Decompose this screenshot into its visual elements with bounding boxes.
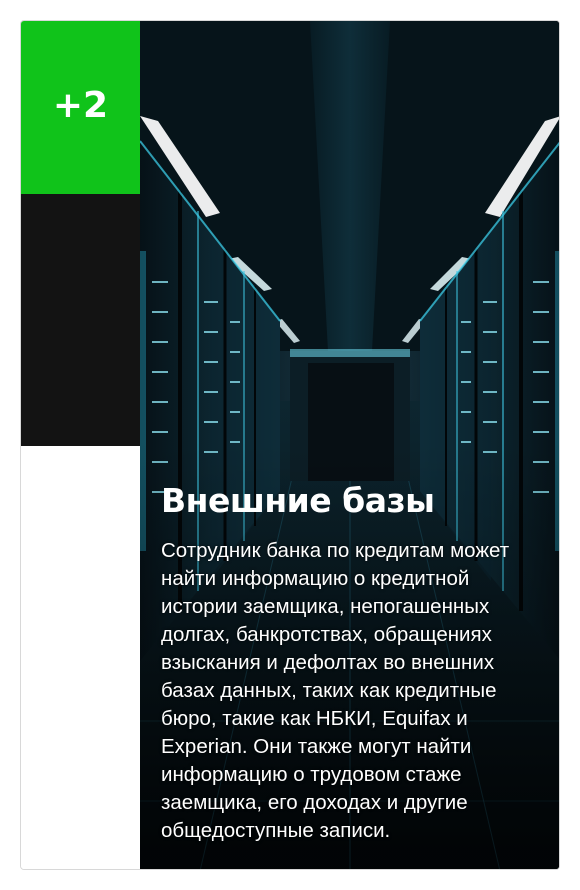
server-room-image: Внешние базы Сотрудник банка по кредитам…: [140, 21, 559, 869]
card-description: Сотрудник банка по кредитам может найти …: [161, 539, 510, 842]
side-white-block: [21, 446, 140, 869]
card-text: Внешние базы Сотрудник банка по кредитам…: [161, 481, 546, 845]
side-dark-block: [21, 194, 140, 446]
card-title: Внешние базы: [161, 481, 435, 520]
points-badge: +2: [21, 21, 140, 194]
card-side-strip: +2: [21, 21, 140, 869]
points-badge-label: +2: [52, 85, 109, 126]
info-card: +2 Внешние базы Сотрудник банка по креди…: [20, 20, 560, 870]
